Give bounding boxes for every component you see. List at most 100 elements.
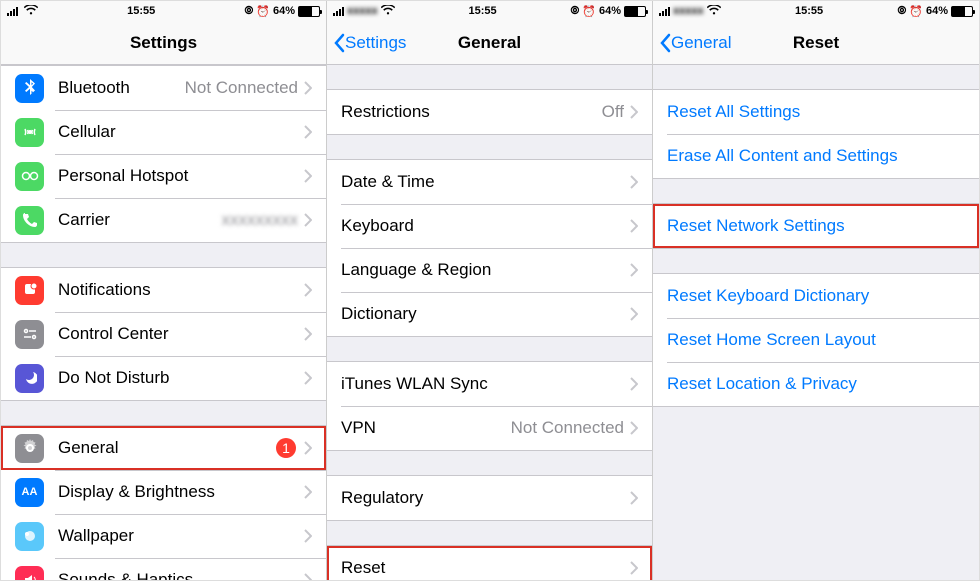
label: Reset Home Screen Layout: [667, 330, 965, 350]
sounds-icon: [15, 566, 44, 581]
label: Carrier: [58, 210, 222, 230]
row-bluetooth[interactable]: Bluetooth Not Connected: [1, 66, 326, 110]
label: Bluetooth: [58, 78, 185, 98]
label: Display & Brightness: [58, 482, 304, 502]
notifications-icon: [15, 276, 44, 305]
battery-percent: 64%: [599, 5, 621, 17]
chevron-right-icon: [630, 561, 638, 575]
chevron-right-icon: [630, 377, 638, 391]
back-button[interactable]: Settings: [327, 33, 406, 53]
chevron-right-icon: [630, 421, 638, 435]
label: Cellular: [58, 122, 304, 142]
label: Control Center: [58, 324, 304, 344]
chevron-right-icon: [304, 529, 312, 543]
carrier-name: xxxxx: [673, 5, 704, 17]
status-time: 15:55: [795, 5, 823, 17]
back-label: General: [671, 33, 731, 53]
label: VPN: [341, 418, 511, 438]
row-itunes-wlan-sync[interactable]: iTunes WLAN Sync: [327, 362, 652, 406]
chevron-right-icon: [630, 307, 638, 321]
navbar: Settings: [1, 21, 326, 65]
chevron-right-icon: [304, 213, 312, 227]
row-reset-all-settings[interactable]: Reset All Settings: [653, 90, 979, 134]
row-sounds-haptics[interactable]: Sounds & Haptics: [1, 558, 326, 580]
status-time: 15:55: [468, 5, 496, 17]
back-label: Settings: [345, 33, 406, 53]
label: Keyboard: [341, 216, 630, 236]
chevron-right-icon: [304, 573, 312, 580]
alarm-icon: ⏰: [909, 5, 923, 18]
row-language-region[interactable]: Language & Region: [327, 248, 652, 292]
label: Personal Hotspot: [58, 166, 304, 186]
label: Reset: [341, 558, 630, 578]
lock-icon: ⦾: [897, 5, 906, 18]
page-title: Settings: [1, 33, 326, 53]
row-cellular[interactable]: Cellular: [1, 110, 326, 154]
battery-icon: [951, 6, 973, 17]
chevron-right-icon: [630, 105, 638, 119]
wifi-icon: [707, 5, 721, 18]
row-date-time[interactable]: Date & Time: [327, 160, 652, 204]
chevron-right-icon: [630, 491, 638, 505]
phone-icon: [15, 206, 44, 235]
moon-icon: [15, 364, 44, 393]
row-erase-all[interactable]: Erase All Content and Settings: [653, 134, 979, 178]
label: Date & Time: [341, 172, 630, 192]
row-reset-location-privacy[interactable]: Reset Location & Privacy: [653, 362, 979, 406]
row-reset-keyboard-dictionary[interactable]: Reset Keyboard Dictionary: [653, 274, 979, 318]
status-time: 15:55: [127, 5, 155, 17]
row-do-not-disturb[interactable]: Do Not Disturb: [1, 356, 326, 400]
chevron-right-icon: [304, 125, 312, 139]
row-reset-network-settings[interactable]: Reset Network Settings: [653, 204, 979, 248]
status-bar: xxxxx 15:55 ⦾⏰64%: [327, 1, 652, 21]
label: Dictionary: [341, 304, 630, 324]
chevron-right-icon: [304, 81, 312, 95]
row-dictionary[interactable]: Dictionary: [327, 292, 652, 336]
label: Erase All Content and Settings: [667, 146, 965, 166]
chevron-right-icon: [304, 283, 312, 297]
row-control-center[interactable]: Control Center: [1, 312, 326, 356]
display-icon: AA: [15, 478, 44, 507]
row-carrier[interactable]: Carrier xxxxxxxxx: [1, 198, 326, 242]
value: Not Connected: [185, 78, 298, 98]
battery-icon: [624, 6, 646, 17]
value: xxxxxxxxx: [222, 210, 299, 230]
label: Reset Keyboard Dictionary: [667, 286, 965, 306]
row-notifications[interactable]: Notifications: [1, 268, 326, 312]
chevron-right-icon: [304, 441, 312, 455]
battery-icon: [298, 6, 320, 17]
value: Not Connected: [511, 418, 624, 438]
bluetooth-icon: [15, 74, 44, 103]
chevron-right-icon: [304, 371, 312, 385]
status-bar: xxxxx 15:55 ⦾⏰64%: [653, 1, 979, 21]
control-center-icon: [15, 320, 44, 349]
row-keyboard[interactable]: Keyboard: [327, 204, 652, 248]
screen-settings: 15:55 ⦾ ⏰ 64% Settings Bluetooth Not Con…: [1, 1, 327, 580]
signal-icon: [333, 6, 344, 16]
row-general[interactable]: General 1: [1, 426, 326, 470]
row-reset-home-screen-layout[interactable]: Reset Home Screen Layout: [653, 318, 979, 362]
row-restrictions[interactable]: Restrictions Off: [327, 90, 652, 134]
row-regulatory[interactable]: Regulatory: [327, 476, 652, 520]
hotspot-icon: [15, 162, 44, 191]
signal-icon: [659, 6, 670, 16]
lock-icon: ⦾: [570, 5, 579, 18]
wallpaper-icon: [15, 522, 44, 551]
battery-percent: 64%: [273, 5, 295, 17]
badge: 1: [276, 438, 296, 458]
row-wallpaper[interactable]: Wallpaper: [1, 514, 326, 558]
row-vpn[interactable]: VPNNot Connected: [327, 406, 652, 450]
row-display-brightness[interactable]: AA Display & Brightness: [1, 470, 326, 514]
alarm-icon: ⏰: [582, 5, 596, 18]
back-button[interactable]: General: [653, 33, 731, 53]
label: Notifications: [58, 280, 304, 300]
label: Language & Region: [341, 260, 630, 280]
row-reset[interactable]: Reset: [327, 546, 652, 580]
label: Reset Location & Privacy: [667, 374, 965, 394]
wifi-icon: [24, 5, 38, 18]
gear-icon: [15, 434, 44, 463]
screen-general: xxxxx 15:55 ⦾⏰64% Settings General Restr…: [327, 1, 653, 580]
label: General: [58, 438, 276, 458]
row-personal-hotspot[interactable]: Personal Hotspot: [1, 154, 326, 198]
navbar: General Reset: [653, 21, 979, 65]
